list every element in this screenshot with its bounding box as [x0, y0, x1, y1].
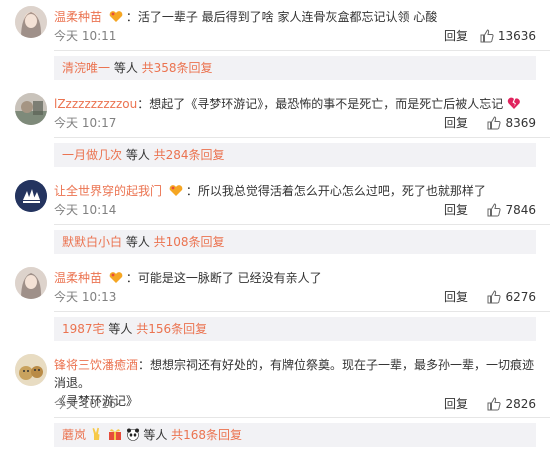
panda-emoji-icon [126, 425, 140, 441]
comment-username[interactable]: 温柔种苗 [54, 271, 102, 285]
like-count: 7846 [505, 203, 536, 217]
sub-replies-link[interactable]: 默默白小白 等人 共108条回复 [54, 230, 536, 254]
thumbs-up-icon [487, 290, 502, 304]
reply-button[interactable]: 回复 [444, 115, 468, 131]
victory-hand-emoji-icon [90, 425, 104, 440]
comment-username[interactable]: 锋将三饮潘癒酒 [54, 358, 138, 372]
reply-button[interactable]: 回复 [444, 396, 468, 412]
comment-time: 今天 10:14 [54, 203, 117, 217]
avatar[interactable] [15, 354, 47, 386]
comment-username[interactable]: 让全世界穿的起我门 [54, 184, 162, 198]
avatar[interactable] [15, 180, 47, 212]
sub-reply-mid: 等人 [139, 428, 172, 442]
broken-heart-emoji-icon [507, 96, 521, 110]
like-button[interactable]: 13636 [480, 28, 536, 44]
reply-button[interactable]: 回复 [444, 289, 468, 305]
divider [54, 311, 550, 312]
comment-text: ：想起了《寻梦环游记》，最恐怖的事不是死亡，而是死亡后被人忘记 [137, 97, 504, 111]
comment-time: 今天 10:17 [54, 116, 117, 130]
sub-reply-total[interactable]: 共108条回复 [154, 235, 225, 249]
sub-reply-user[interactable]: 默默白小白 [62, 235, 122, 249]
thumbs-up-icon [487, 116, 502, 130]
like-button[interactable]: 2826 [487, 396, 536, 412]
sub-replies-link[interactable]: 蘑岚 等人 共168条回复 [54, 423, 536, 447]
sub-reply-total[interactable]: 共358条回复 [142, 61, 213, 75]
sub-reply-mid: 等人 [122, 235, 154, 249]
like-count: 2826 [505, 397, 536, 411]
avatar[interactable] [15, 6, 47, 38]
thumbs-up-icon [480, 29, 494, 43]
sub-reply-total[interactable]: 共284条回复 [154, 148, 225, 162]
divider [54, 224, 550, 225]
sub-replies-link[interactable]: 一月做几次 等人 共284条回复 [54, 143, 536, 167]
divider [54, 50, 550, 51]
like-button[interactable]: 7846 [487, 202, 536, 218]
comment-text: ：所以我总觉得活着怎么开心怎么过吧，死了也就那样了 [185, 184, 486, 198]
comment-time: 今天 10:13 [54, 290, 117, 304]
sub-reply-mid: 等人 [122, 148, 154, 162]
comment-text: ：可能是这一脉断了 已经没有亲人了 [125, 271, 322, 285]
sub-reply-user[interactable]: 一月做几次 [62, 148, 122, 162]
comment-username[interactable]: 温柔种苗 [54, 10, 102, 24]
sub-reply-user[interactable]: 蘑岚 [62, 428, 86, 442]
sub-replies-link[interactable]: 清浣唯一 等人 共358条回复 [54, 56, 536, 80]
sub-reply-user[interactable]: 清浣唯一 [62, 61, 110, 75]
sub-replies-link[interactable]: 1987宅 等人 共156条回复 [54, 317, 536, 341]
sub-reply-mid: 等人 [110, 61, 142, 75]
sub-reply-user[interactable]: 1987宅 [62, 322, 105, 336]
comment-text: ：活了一辈子 最后得到了啥 家人连骨灰盒都忘记认领 心酸 [125, 10, 438, 24]
sub-reply-mid: 等人 [104, 322, 137, 336]
vip-badge-icon [168, 184, 184, 197]
gift-emoji-icon [108, 425, 122, 440]
divider [54, 417, 550, 418]
divider [54, 137, 550, 138]
comment-time: 今天 10:11 [54, 29, 117, 43]
thumbs-up-icon [487, 397, 502, 411]
like-button[interactable]: 6276 [487, 289, 536, 305]
comment-username[interactable]: lZzzzzzzzzzou [54, 97, 137, 111]
reply-button[interactable]: 回复 [444, 202, 468, 218]
sub-reply-total[interactable]: 共168条回复 [171, 428, 242, 442]
vip-badge-icon [108, 10, 124, 23]
avatar[interactable] [15, 93, 47, 125]
like-count: 13636 [497, 29, 536, 43]
avatar[interactable] [15, 267, 47, 299]
like-count: 8369 [505, 116, 536, 130]
vip-badge-icon [108, 271, 124, 284]
like-count: 6276 [505, 290, 536, 304]
sub-reply-total[interactable]: 共156条回复 [136, 322, 207, 336]
like-button[interactable]: 8369 [487, 115, 536, 131]
reply-button[interactable]: 回复 [444, 28, 468, 44]
thumbs-up-icon [487, 203, 502, 217]
comment-time: 今天 10:16 [54, 397, 117, 411]
